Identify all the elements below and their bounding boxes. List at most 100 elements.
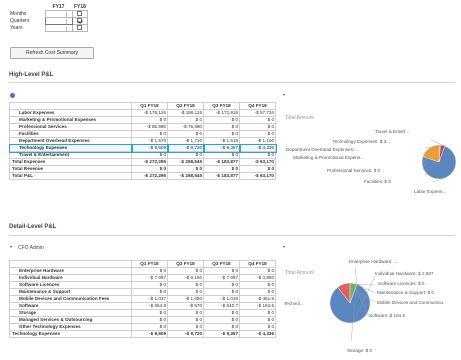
table-cell[interactable]: $ 0 [239,288,276,296]
table-row[interactable]: Maintenance & Support $ 0 $ 0 $ 0 $ 0 [9,288,276,296]
table-cell[interactable]: $ 0 [167,165,204,173]
table-cell[interactable]: -$ 183,877 [203,172,240,180]
table-row[interactable]: Professional Services -$ 85,986 -$ 75,980 $… [9,123,276,131]
table-cell[interactable]: -$ 8,150 [167,274,204,282]
table-cell[interactable]: -$ 176,126 [131,109,168,117]
table-cell[interactable]: -$ 4,336 [239,330,276,338]
table-cell[interactable]: -$ 172,816 [203,109,240,117]
table-cell[interactable]: $ 0 [167,288,204,296]
table-cell[interactable]: $ 0 [239,316,276,324]
column-header[interactable]: Q3 FY18 [203,260,240,268]
table-cell[interactable]: $ 0 [131,151,168,159]
table-cell[interactable]: -$ 1,618 [203,137,240,145]
table-cell[interactable]: -$ 461.5 [239,295,276,303]
table-row[interactable]: Total Expenses -$ 272,295 -$ 268,545 -$ 183… [9,158,276,166]
table-cell[interactable]: $ 0 [203,151,240,159]
table-cell[interactable]: $ 0 [239,151,276,159]
table-cell[interactable]: $ 0 [239,267,276,275]
table-row[interactable]: Storage $ 0 $ 0 $ 0 $ 0 [9,309,276,317]
table-cell[interactable]: $ 0 [239,116,276,124]
months-fy17-dropdown[interactable] [44,10,73,18]
table-cell[interactable]: -$ 9,720 [167,144,204,152]
table-cell[interactable]: $ 0 [167,267,204,275]
refresh-cost-summary-button[interactable]: Refresh Cost Summary [10,47,94,59]
table-cell[interactable]: -$ 75,980 [167,123,204,131]
table-cell[interactable]: -$ 1,100 [239,137,276,145]
table-cell[interactable]: $ 0 [239,281,276,289]
table-cell[interactable]: $ 0 [167,323,204,331]
table-cell[interactable]: -$ 7,997 [131,274,168,282]
table-cell[interactable]: $ 0 [203,281,240,289]
column-header[interactable]: Q1 FY18 [131,260,168,268]
column-header[interactable]: Q1 FY18 [131,102,168,110]
table-cell[interactable]: $ 0 [131,130,168,138]
table-cell[interactable]: $ 0 [167,281,204,289]
table-row[interactable]: Labor Expenses -$ 176,126 -$ 186,115 -$ 172… [9,109,276,117]
table-cell[interactable]: $ 0 [203,323,240,331]
years-fy18-checkbox[interactable] [77,25,83,31]
table-cell[interactable]: -$ 1,050 [167,295,204,303]
table-cell[interactable]: $ 0 [131,267,168,275]
table-cell[interactable]: $ 0 [239,123,276,131]
table-cell[interactable]: -$ 272,295 [131,172,168,180]
table-cell[interactable]: $ 0 [131,309,168,317]
table-row[interactable]: Total P&L -$ 272,295 -$ 268,545 -$ 183,877-… [9,172,276,180]
table-cell[interactable]: $ 0 [203,116,240,124]
table-cell[interactable]: -$ 1,037 [131,295,168,303]
table-cell[interactable]: $ 0 [203,123,240,131]
table-cell[interactable]: $ 0 [131,116,168,124]
table-cell[interactable]: -$ 9,509 [131,330,168,338]
table-row[interactable]: Technology Expenses -$ 9,509 -$ 9,720 -$ 9,… [9,330,276,338]
table-cell[interactable]: $ 0 [203,165,240,173]
table-cell[interactable]: -$ 57,734 [239,109,276,117]
table-cell[interactable]: -$ 1,016 [203,295,240,303]
chevron-down-icon[interactable]: ▾ [283,244,285,249]
table-cell[interactable]: $ 0 [167,116,204,124]
table-cell[interactable]: $ 0 [203,288,240,296]
table-cell[interactable]: $ 0 [203,267,240,275]
table-cell[interactable]: $ 0 [167,316,204,324]
table-cell[interactable]: $ 0 [203,309,240,317]
table-cell[interactable]: $ 0 [167,309,204,317]
chevron-down-icon[interactable]: ▾ [283,92,285,97]
table-cell[interactable]: $ 0 [131,281,168,289]
column-header[interactable]: Q3 FY18 [203,102,240,110]
quarters-fy17-dropdown[interactable] [44,17,73,25]
table-cell[interactable]: $ 0 [131,316,168,324]
table-row[interactable]: Software -$ 564.8 -$ 570 -$ 540.7 -$ 184.5 [9,302,276,310]
column-header[interactable]: Q4 FY18 [239,260,276,268]
column-header[interactable]: Q4 FY18 [239,102,276,110]
table-row[interactable]: Enterprise Hardware $ 0 $ 0 $ 0 $ 0 [9,267,276,275]
table-cell[interactable]: $ 0 [239,165,276,173]
column-header[interactable]: Q2 FY18 [167,260,204,268]
table-row[interactable]: Other Technology Expenses $ 0 $ 0 $ 0 $ 0 [9,323,276,331]
table-cell[interactable]: -$ 9,357 [203,330,240,338]
table-cell[interactable]: -$ 183,877 [203,158,240,166]
gear-icon[interactable] [10,93,15,98]
table-cell[interactable]: -$ 3,990 [239,274,276,282]
table-cell[interactable]: $ 0 [203,130,240,138]
table-cell[interactable]: -$ 184.5 [239,302,276,310]
column-header[interactable]: Q2 FY18 [167,102,204,110]
table-cell[interactable]: -$ 85,986 [131,123,168,131]
table-row[interactable]: Total Revenue $ 0 $ 0 $ 0 $ 0 [9,165,276,173]
table-row[interactable]: Individual Hardware -$ 7,997 -$ 8,150 -$ 7,… [9,274,276,282]
table-cell[interactable]: -$ 9,509 [131,144,168,152]
table-row[interactable]: Managed Services & Outsourcing $ 0 $ 0 $ 0 $… [9,316,276,324]
table-cell[interactable]: -$ 63,170 [239,172,276,180]
table-cell[interactable]: -$ 1,710 [167,137,204,145]
table-row[interactable]: Department Overhead Expenses -$ 1,570 -$ 1… [9,137,276,145]
table-cell[interactable]: $ 0 [131,165,168,173]
table-cell[interactable]: $ 0 [239,309,276,317]
table-cell[interactable]: $ 0 [239,323,276,331]
table-cell[interactable]: $ 0 [167,130,204,138]
table-cell[interactable]: $ 0 [239,130,276,138]
table-cell[interactable]: -$ 9,720 [167,330,204,338]
table-row[interactable]: Facilities $ 0 $ 0 $ 0 $ 0 [9,130,276,138]
table-cell[interactable]: -$ 564.8 [131,302,168,310]
table-cell[interactable]: -$ 570 [167,302,204,310]
table-cell[interactable]: $ 0 [131,323,168,331]
table-cell[interactable]: -$ 63,170 [239,158,276,166]
table-row[interactable]: Software Licences $ 0 $ 0 $ 0 $ 0 [9,281,276,289]
table-cell[interactable]: $ 0 [203,316,240,324]
